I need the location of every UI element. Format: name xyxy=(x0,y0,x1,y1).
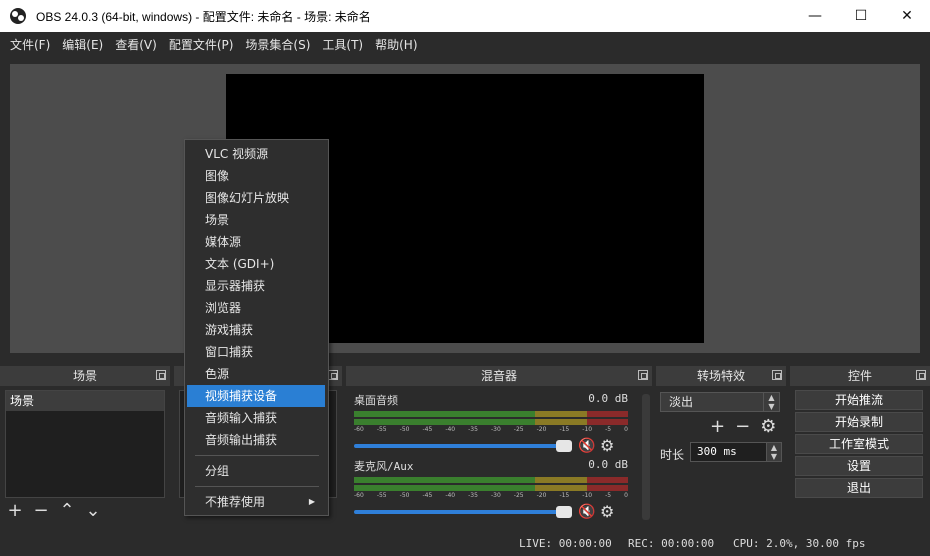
menu-item-deprecated[interactable]: 不推荐使用 ▶ xyxy=(187,491,325,513)
menu-file[interactable]: 文件(F) xyxy=(4,36,56,53)
transitions-dock: 转场特效 淡出 ▲ ▼ + − ⚙ 时长 300 ms ▲ ▼ xyxy=(656,366,786,526)
menu-item-image[interactable]: 图像 xyxy=(187,165,325,187)
menu-edit[interactable]: 编辑(E) xyxy=(56,36,109,53)
start-streaming-button[interactable]: 开始推流 xyxy=(795,390,923,410)
minimize-button[interactable]: — xyxy=(792,0,838,32)
menu-view[interactable]: 查看(V) xyxy=(109,36,163,53)
menu-help[interactable]: 帮助(H) xyxy=(369,36,423,53)
add-transition-button[interactable]: + xyxy=(710,416,725,437)
window-title: OBS 24.0.3 (64-bit, windows) - 配置文件: 未命名… xyxy=(36,9,371,24)
float-dock-icon[interactable] xyxy=(156,370,166,380)
close-button[interactable]: ✕ xyxy=(884,0,930,32)
menu-item-game-capture[interactable]: 游戏捕获 xyxy=(187,319,325,341)
menu-item-browser[interactable]: 浏览器 xyxy=(187,297,325,319)
maximize-button[interactable]: ☐ xyxy=(838,0,884,32)
menu-item-audio-output-capture[interactable]: 音频输出捕获 xyxy=(187,429,325,451)
channel-name: 麦克风/Aux xyxy=(354,460,414,473)
float-dock-icon[interactable] xyxy=(772,370,782,380)
mixer-dock: 混音器 桌面音频 0.0 dB -60 -55 -50 -45 -40 -35 -30 -25… xyxy=(346,366,652,526)
volume-meter xyxy=(354,485,628,491)
add-source-menu: VLC 视频源 图像 图像幻灯片放映 场景 媒体源 文本 (GDI+) 显示器捕… xyxy=(184,139,329,516)
remove-transition-button[interactable]: − xyxy=(735,416,750,437)
controls-dock: 控件 开始推流 开始录制 工作室模式 设置 退出 xyxy=(790,366,930,526)
menu-item-text-gdi[interactable]: 文本 (GDI+) xyxy=(187,253,325,275)
channel-level: 0.0 dB xyxy=(588,392,628,405)
title-bar: OBS 24.0.3 (64-bit, windows) - 配置文件: 未命名… xyxy=(0,0,930,32)
menu-profile[interactable]: 配置文件(P) xyxy=(163,36,240,53)
float-dock-icon[interactable] xyxy=(328,370,338,380)
menu-scene-collection[interactable]: 场景集合(S) xyxy=(239,36,316,53)
remove-scene-button[interactable]: − xyxy=(31,501,51,521)
mixer-scrollbar[interactable] xyxy=(642,394,650,520)
exit-button[interactable]: 退出 xyxy=(795,478,923,498)
scenes-list[interactable]: 场景 xyxy=(5,390,165,498)
menu-item-video-capture-device[interactable]: 视频捕获设备 xyxy=(187,385,325,407)
menu-item-window-capture[interactable]: 窗口捕获 xyxy=(187,341,325,363)
menu-item-media-source[interactable]: 媒体源 xyxy=(187,231,325,253)
meter-ticks: -60 -55 -50 -45 -40 -35 -30 -25 -20 -15 -10 -5 0 xyxy=(354,426,628,433)
preview-area[interactable] xyxy=(10,64,920,353)
volume-meter xyxy=(354,411,628,417)
settings-button[interactable]: 设置 xyxy=(795,456,923,476)
start-recording-button[interactable]: 开始录制 xyxy=(795,412,923,432)
controls-dock-title: 控件 xyxy=(847,369,872,383)
add-scene-button[interactable]: + xyxy=(5,501,25,521)
menu-item-display-capture[interactable]: 显示器捕获 xyxy=(187,275,325,297)
mixer-dock-title: 混音器 xyxy=(480,369,517,383)
scenes-dock: 场景 场景 + − ⌃ ⌄ xyxy=(0,366,170,526)
move-down-icon[interactable]: ⌄ xyxy=(83,501,103,521)
move-up-icon[interactable]: ⌃ xyxy=(57,501,77,521)
muted-speaker-icon[interactable]: 🔇 xyxy=(578,438,598,454)
chevron-updown-icon[interactable]: ▲ ▼ xyxy=(763,393,779,411)
menu-item-audio-input-capture[interactable]: 音频输入捕获 xyxy=(187,407,325,429)
menu-item-group[interactable]: 分组 xyxy=(187,460,325,482)
float-dock-icon[interactable] xyxy=(916,370,926,380)
list-item[interactable]: 场景 xyxy=(6,391,164,411)
mixer-channel-mic: 麦克风/Aux 0.0 dB -60 -55 -50 -45 -40 -35 -30 -25-… xyxy=(348,456,634,522)
volume-meter xyxy=(354,419,628,425)
studio-mode-button[interactable]: 工作室模式 xyxy=(795,434,923,454)
menu-separator xyxy=(195,455,319,456)
status-bar: LIVE: 00:00:00 REC: 00:00:00 CPU: 2.0%, … xyxy=(0,532,930,556)
scenes-toolbar: + − ⌃ ⌄ xyxy=(5,500,103,522)
meter-ticks: -60 -55 -50 -45 -40 -35 -30 -25 -20 -15 -10 -5 0 xyxy=(354,492,628,499)
slider-handle[interactable] xyxy=(556,439,572,452)
transition-select[interactable]: 淡出 ▲ ▼ xyxy=(660,392,780,412)
live-status: LIVE: 00:00:00 xyxy=(519,537,612,550)
rec-status: REC: 00:00:00 xyxy=(628,537,715,550)
duration-label: 时长 xyxy=(660,448,685,462)
obs-logo-icon xyxy=(10,8,26,24)
transitions-dock-title: 转场特效 xyxy=(696,369,745,383)
menu-item-vlc-source[interactable]: VLC 视频源 xyxy=(187,143,325,165)
menu-item-scene[interactable]: 场景 xyxy=(187,209,325,231)
slider-handle[interactable] xyxy=(556,505,572,518)
menu-separator xyxy=(195,486,319,487)
menu-bar: 文件(F) 编辑(E) 查看(V) 配置文件(P) 场景集合(S) 工具(T) … xyxy=(0,32,930,56)
transition-selected: 淡出 xyxy=(669,395,694,409)
muted-speaker-icon[interactable]: 🔇 xyxy=(578,504,598,520)
cpu-status: CPU: 2.0%, 30.00 fps xyxy=(733,537,866,550)
menu-item-image-slideshow[interactable]: 图像幻灯片放映 xyxy=(187,187,325,209)
scenes-dock-title: 场景 xyxy=(72,369,97,383)
gear-icon[interactable]: ⚙ xyxy=(760,416,776,437)
submenu-arrow-icon: ▶ xyxy=(308,497,315,506)
float-dock-icon[interactable] xyxy=(638,370,648,380)
gear-icon[interactable]: ⚙ xyxy=(600,436,614,455)
mixer-channel-desktop: 桌面音频 0.0 dB -60 -55 -50 -45 -40 -35 -30 -25 -20-… xyxy=(348,390,634,456)
volume-slider[interactable] xyxy=(354,439,572,452)
gear-icon[interactable]: ⚙ xyxy=(600,502,614,521)
menu-tools[interactable]: 工具(T) xyxy=(316,36,369,53)
mixer-body: 桌面音频 0.0 dB -60 -55 -50 -45 -40 -35 -30 -25 -20-… xyxy=(348,390,634,524)
menu-item-label: 不推荐使用 xyxy=(205,495,266,509)
duration-stepper[interactable]: ▲ ▼ xyxy=(766,442,782,462)
duration-input[interactable]: 300 ms xyxy=(690,442,768,462)
menu-item-color-source[interactable]: 色源 xyxy=(187,363,325,385)
volume-meter xyxy=(354,477,628,483)
channel-level: 0.0 dB xyxy=(588,458,628,471)
volume-slider[interactable] xyxy=(354,505,572,518)
channel-name: 桌面音频 xyxy=(354,394,398,407)
